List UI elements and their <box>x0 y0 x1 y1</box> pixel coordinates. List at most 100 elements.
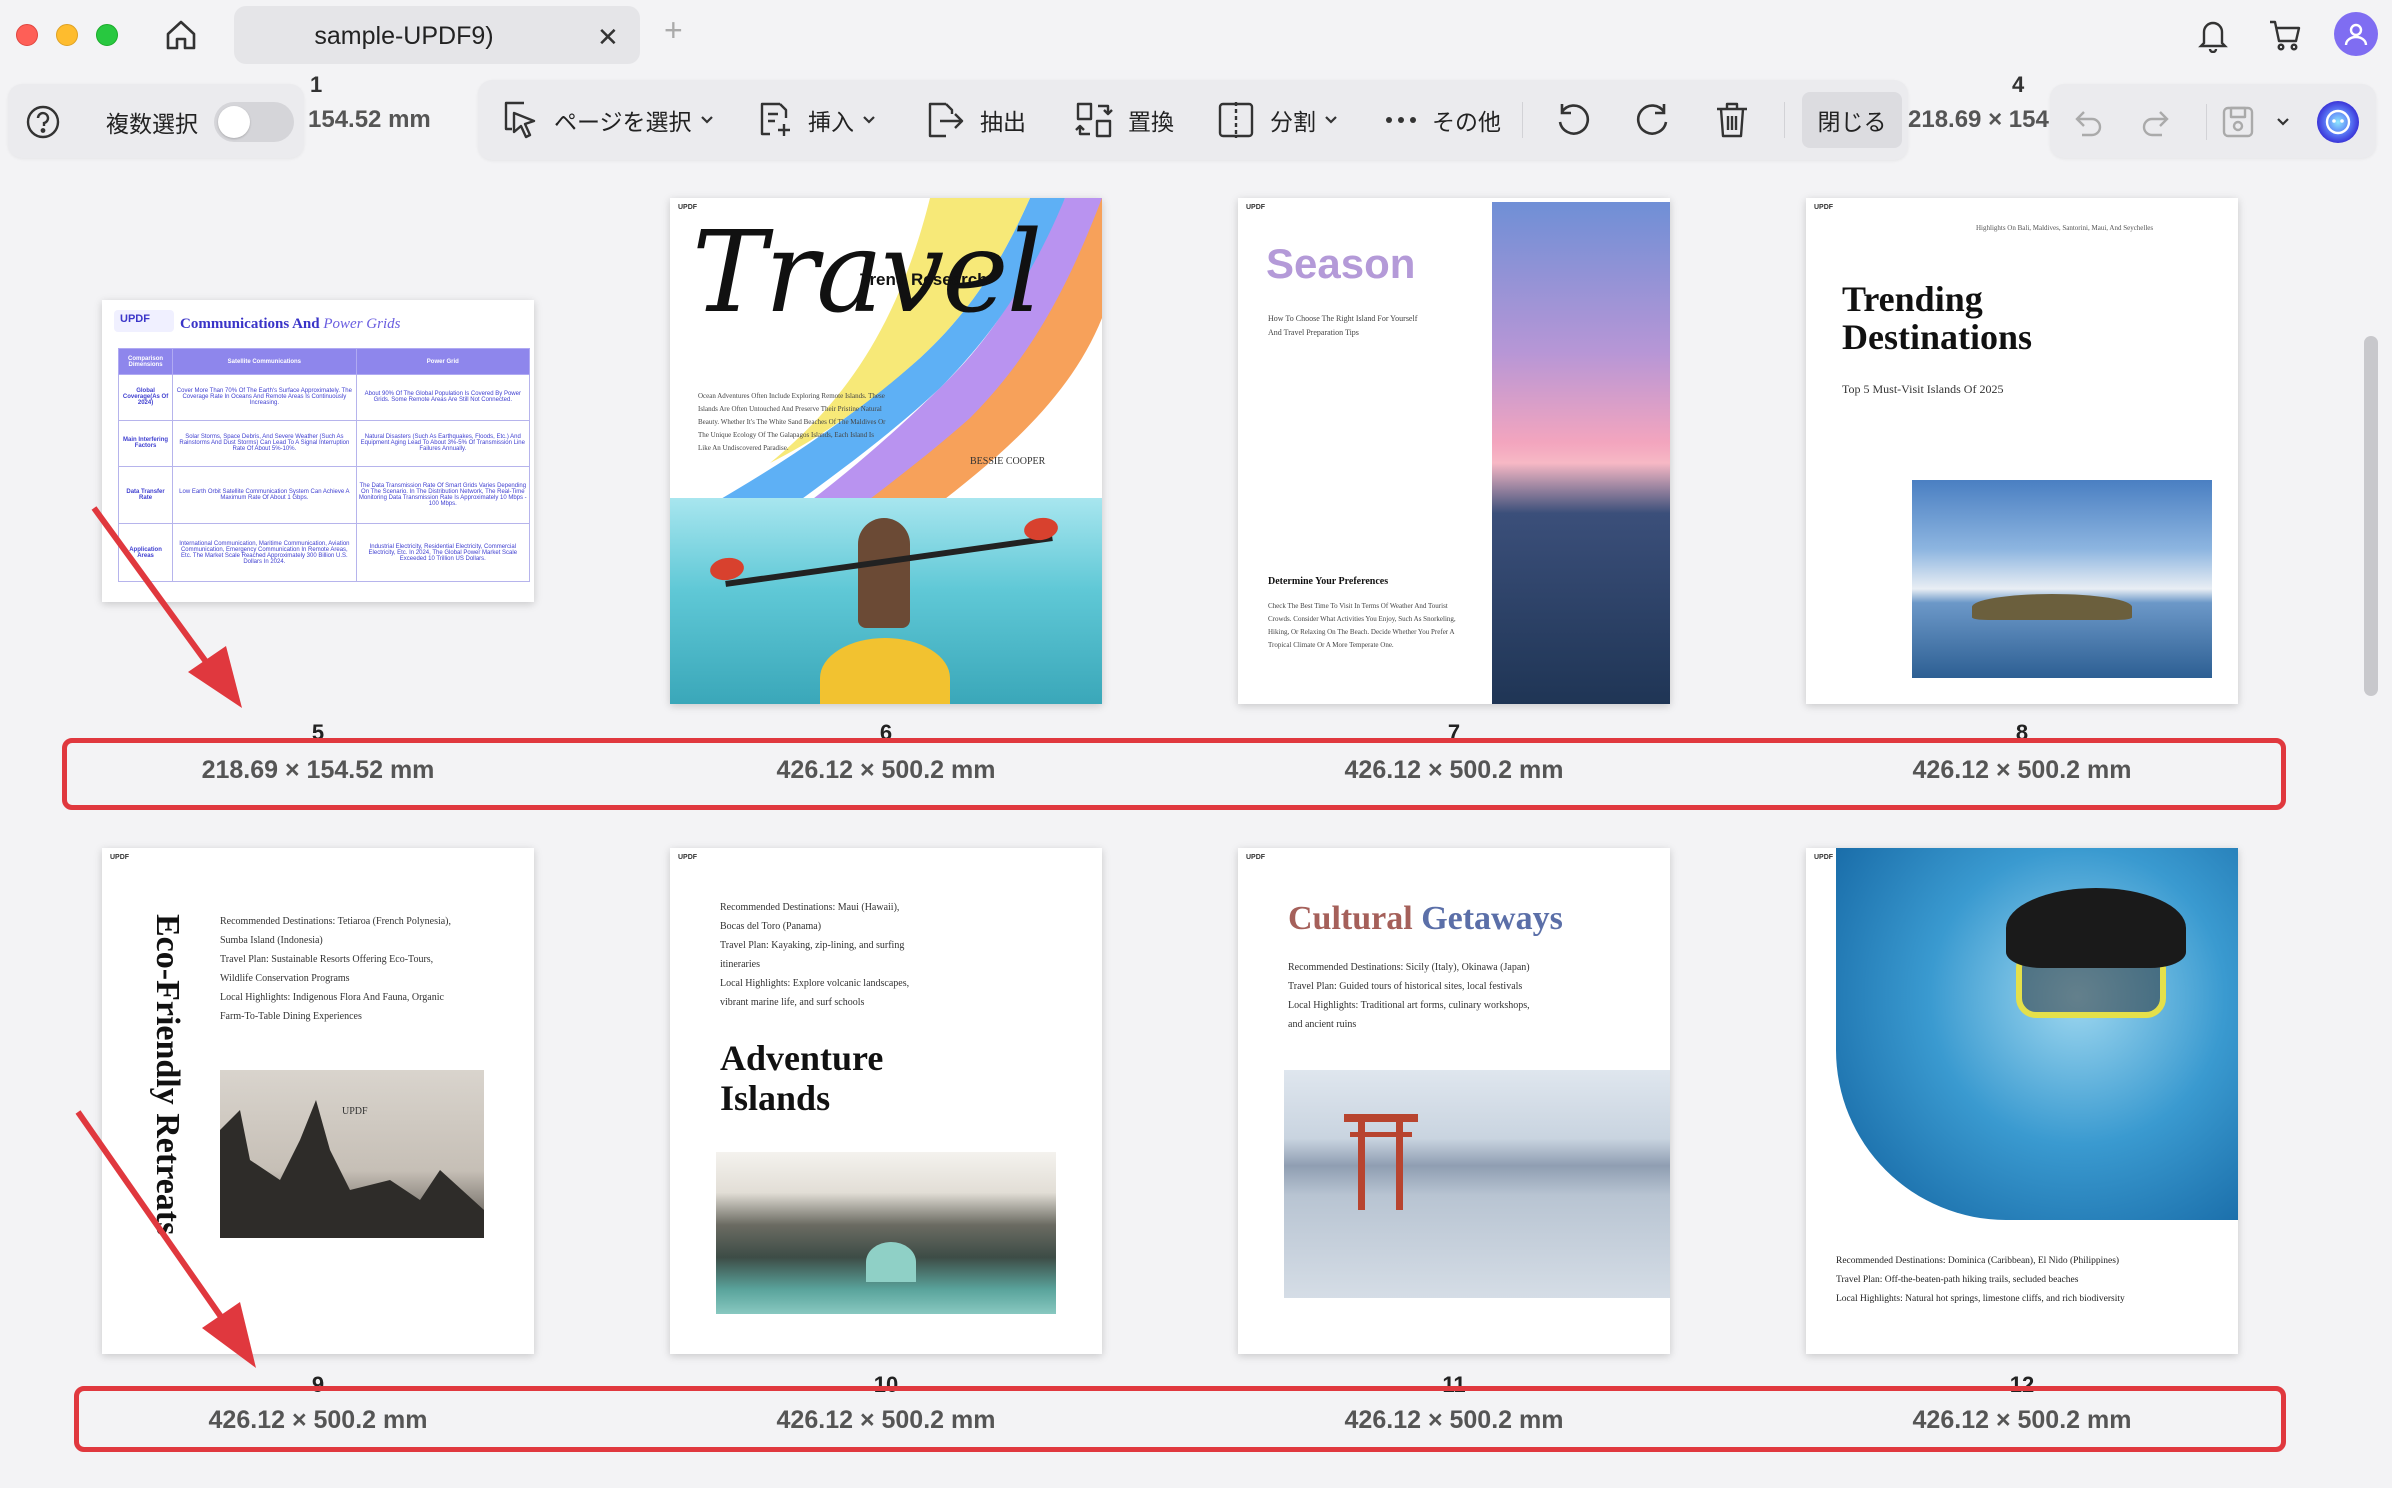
cultural-text-block: Recommended Destinations: Sicily (Italy)… <box>1288 958 1648 1034</box>
multi-select-label: 複数選択 <box>106 111 198 137</box>
page-thumbnail-11[interactable]: UPDF Cultural Getaways Recommended Desti… <box>1238 848 1670 1354</box>
highlights-line: Highlights On Bali, Maldives, Santorini,… <box>1976 224 2154 232</box>
toolbar-divider <box>1522 102 1523 138</box>
travel-body-text: Ocean Adventures Often Include Exploring… <box>698 392 886 452</box>
table-header: Comparison Dimensions <box>117 348 174 375</box>
trend-research-label: Trend Research <box>860 270 988 289</box>
cultural-title: Cultural Getaways <box>1288 900 1563 938</box>
tab-close-icon[interactable]: ✕ <box>597 24 619 50</box>
trending-title-2: Destinations <box>1842 317 2033 357</box>
replace-button[interactable]: 置換 <box>1074 92 1174 148</box>
split-button[interactable]: 分割 <box>1216 92 1338 148</box>
eco-text-block: Recommended Destinations: Tetiaroa (Fren… <box>220 912 520 1026</box>
eco-line: Travel Plan: Sustainable Resorts Offerin… <box>220 954 434 965</box>
page-thumbnail-8[interactable]: UPDF Highlights On Bali, Maldives, Santo… <box>1806 198 2238 704</box>
eco-line: Sumba Island (Indonesia) <box>220 935 323 946</box>
updf-logo: UPDF <box>110 854 130 861</box>
redo-icon[interactable] <box>2140 94 2174 150</box>
table-cell: The Data Transmission Rate Of Smart Grid… <box>355 465 531 525</box>
table-cell: About 90% Of The Global Population Is Co… <box>355 374 531 421</box>
user-avatar-icon[interactable] <box>2334 12 2378 56</box>
ai-assistant-icon[interactable] <box>2314 94 2362 150</box>
history-panel <box>2050 84 2376 158</box>
insert-icon <box>760 102 790 136</box>
replace-icon <box>1075 102 1113 138</box>
table-cell: Data Transfer Rate <box>117 465 174 525</box>
toolbar-divider <box>2206 104 2207 140</box>
insert-label: 挿入 <box>808 109 854 135</box>
table-cell: Main Interfering Factors <box>117 419 174 467</box>
chevron-down-icon <box>700 116 713 124</box>
kayak-photo <box>670 498 1102 704</box>
rotate-right-icon[interactable] <box>1634 92 1674 148</box>
eco-line: Farm-To-Table Dining Experiences <box>220 1011 362 1022</box>
zoom-window-button[interactable] <box>96 24 118 46</box>
home-icon[interactable] <box>158 13 204 57</box>
scrollbar[interactable] <box>2364 336 2378 696</box>
undo-icon[interactable] <box>2070 94 2104 150</box>
snorkel-text-block: Recommended Destinations: Dominica (Cari… <box>1836 1252 2226 1309</box>
more-button[interactable]: その他 <box>1384 92 1501 148</box>
sea-arch-photo <box>716 1152 1056 1314</box>
adventure-line: Travel Plan: Kayaking, zip-lining, and s… <box>720 940 905 951</box>
minimize-window-button[interactable] <box>56 24 78 46</box>
updf-logo: UPDF <box>678 854 698 861</box>
rotate-left-icon[interactable] <box>1552 92 1592 148</box>
adventure-line: itineraries <box>720 959 760 970</box>
adventure-title-1: Adventure <box>720 1038 884 1078</box>
kayaker-shape <box>858 518 910 628</box>
adventure-line: Bocas del Toro (Panama) <box>720 921 822 932</box>
page-thumbnail-7[interactable]: UPDF Season How To Choose The Right Isla… <box>1238 198 1670 704</box>
preferences-heading: Determine Your Preferences <box>1268 576 1389 587</box>
adventure-title-2: Islands <box>720 1078 831 1118</box>
page-thumbnail-6[interactable]: Travel Trend Research Ocean Adventures O… <box>670 198 1102 704</box>
highlight-box <box>62 738 2286 810</box>
snorkel-line: Recommended Destinations: Dominica (Cari… <box>1836 1256 2120 1266</box>
author-name: BESSIE COOPER <box>970 456 1046 467</box>
delete-icon[interactable] <box>1714 92 1750 148</box>
trending-title-1: Trending <box>1842 279 1983 319</box>
table-cell: Solar Storms, Space Debris, And Severe W… <box>172 419 357 467</box>
table-header: Power Grid <box>355 348 531 375</box>
page-thumbnail-5[interactable]: UPDF Communications And Power Grids Comp… <box>102 300 534 602</box>
snorkeler-photo <box>1836 848 2238 1220</box>
table-cell: Global Coverage(As Of 2024) <box>117 374 174 421</box>
page-tools-toolbar: ページを選択 挿入 抽出 置換 分割 その他 閉じる <box>478 80 1908 160</box>
page-thumbnail-10[interactable]: UPDF Recommended Destinations: Maui (Haw… <box>670 848 1102 1354</box>
close-window-button[interactable] <box>16 24 38 46</box>
document-tab[interactable]: sample-UPDF9) ✕ <box>234 6 640 64</box>
table-cell: Industrial Electricity, Residential Elec… <box>355 523 531 582</box>
more-label: その他 <box>1432 109 1501 135</box>
adventure-line: vibrant marine life, and surf schools <box>720 997 865 1008</box>
page-thumbnail-12[interactable]: UPDF Recommended Destinations: Dominica … <box>1806 848 2238 1354</box>
select-page-button[interactable]: ページを選択 <box>500 92 714 148</box>
insert-button[interactable]: 挿入 <box>756 92 876 148</box>
adventure-line: Recommended Destinations: Maui (Hawaii), <box>720 902 900 913</box>
close-page-tools-button[interactable]: 閉じる <box>1802 92 1902 148</box>
cart-icon[interactable] <box>2262 12 2308 58</box>
cultural-line: Recommended Destinations: Sicily (Italy)… <box>1288 962 1530 973</box>
help-icon[interactable] <box>24 94 62 150</box>
sunset-sea-photo <box>1492 202 1670 704</box>
updf-logo: UPDF <box>1246 854 1266 861</box>
multi-select-toggle[interactable] <box>214 102 294 142</box>
page5-title-b: Power Grids <box>323 316 401 332</box>
more-icon <box>1386 117 1416 123</box>
save-icon[interactable] <box>2220 94 2256 150</box>
split-icon <box>1218 102 1254 138</box>
save-options-chevron-icon[interactable] <box>2276 94 2290 150</box>
extract-button[interactable]: 抽出 <box>924 92 1026 148</box>
season-title: Season <box>1266 240 1416 287</box>
bell-icon[interactable] <box>2190 12 2236 58</box>
new-tab-icon[interactable]: + <box>664 14 683 46</box>
chevron-down-icon <box>863 116 875 124</box>
cultural-line: Travel Plan: Guided tours of historical … <box>1288 981 1523 992</box>
extract-label: 抽出 <box>980 109 1026 135</box>
page-thumbnail-9[interactable]: UPDF Eco-Friendly Retreats Recommended D… <box>102 848 534 1354</box>
island-shape <box>1972 594 2132 620</box>
preferences-body: Check The Best Time To Visit In Terms Of… <box>1268 602 1456 649</box>
cultural-line: Local Highlights: Traditional art forms,… <box>1288 1000 1530 1011</box>
adventure-text-block: Recommended Destinations: Maui (Hawaii),… <box>720 898 1060 1012</box>
updf-logo: UPDF <box>114 310 174 332</box>
background-page-size: 154.52 mm <box>308 106 431 133</box>
